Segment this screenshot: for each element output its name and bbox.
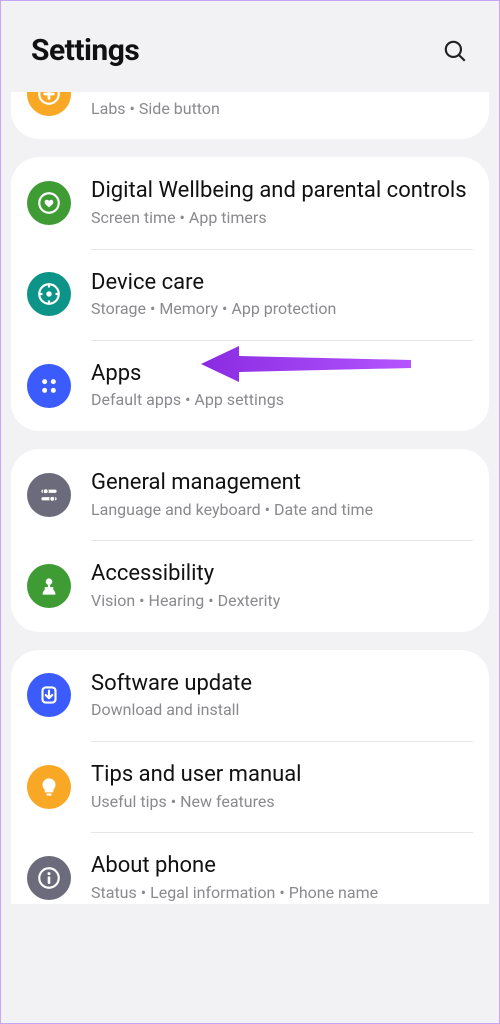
row-subtitle: Default apps • App settings (91, 390, 473, 411)
bulb-icon (27, 765, 71, 809)
plus-circle-icon (27, 92, 71, 116)
download-icon (27, 673, 71, 717)
settings-row-apps[interactable]: AppsDefault apps • App settings (11, 340, 489, 431)
row-subtitle: Download and install (91, 700, 473, 721)
row-subtitle: Labs • Side button (91, 99, 473, 120)
settings-group: General management Language and keyboard … (11, 449, 489, 632)
row-title: Accessibility (91, 560, 473, 588)
row-subtitle: Status • Legal information • Phone name (91, 883, 473, 904)
row-title: Software update (91, 670, 473, 698)
row-title: Tips and user manual (91, 761, 473, 789)
settings-row-advanced-features[interactable]: Advanced features Labs • Side button (11, 92, 489, 139)
search-icon (442, 38, 468, 64)
settings-list: Advanced features Labs • Side button Digit… (1, 92, 499, 904)
row-title: Device care (91, 269, 473, 297)
row-title: Apps (91, 360, 473, 388)
settings-row-digital-wellbeing[interactable]: Digital Wellbeing and parental controls S… (11, 157, 489, 248)
row-subtitle: Language and keyboard • Date and time (91, 500, 473, 521)
settings-row-accessibility[interactable]: Accessibility Vision • Hearing • Dexterit… (11, 540, 489, 631)
page-title: Settings (31, 33, 139, 68)
settings-group: Digital Wellbeing and parental controls S… (11, 157, 489, 431)
heart-circle-icon (27, 181, 71, 225)
search-button[interactable] (441, 37, 469, 65)
info-icon (27, 856, 71, 900)
sliders-icon (27, 473, 71, 517)
row-title: Advanced features (91, 92, 473, 96)
settings-row-software-update[interactable]: Software updateDownload and install (11, 650, 489, 741)
settings-group: Advanced features Labs • Side button (11, 92, 489, 139)
settings-group: Software updateDownload and installTips … (11, 650, 489, 904)
row-subtitle: Vision • Hearing • Dexterity (91, 591, 473, 612)
row-subtitle: Useful tips • New features (91, 792, 473, 813)
row-subtitle: Storage • Memory • App protection (91, 299, 473, 320)
row-title: Digital Wellbeing and parental controls (91, 177, 473, 205)
settings-row-device-care[interactable]: Device careStorage • Memory • App protec… (11, 249, 489, 340)
row-subtitle: Screen time • App timers (91, 208, 473, 229)
gauge-circle-icon (27, 272, 71, 316)
row-title: General management (91, 469, 473, 497)
header: Settings (1, 1, 499, 92)
grid-dots-icon (27, 364, 71, 408)
settings-row-general-management[interactable]: General management Language and keyboard … (11, 449, 489, 540)
settings-row-about-phone[interactable]: About phone Status • Legal information • … (11, 832, 489, 903)
row-title: About phone (91, 852, 473, 880)
person-icon (27, 564, 71, 608)
settings-row-tips-manual[interactable]: Tips and user manual Useful tips • New fe… (11, 741, 489, 832)
